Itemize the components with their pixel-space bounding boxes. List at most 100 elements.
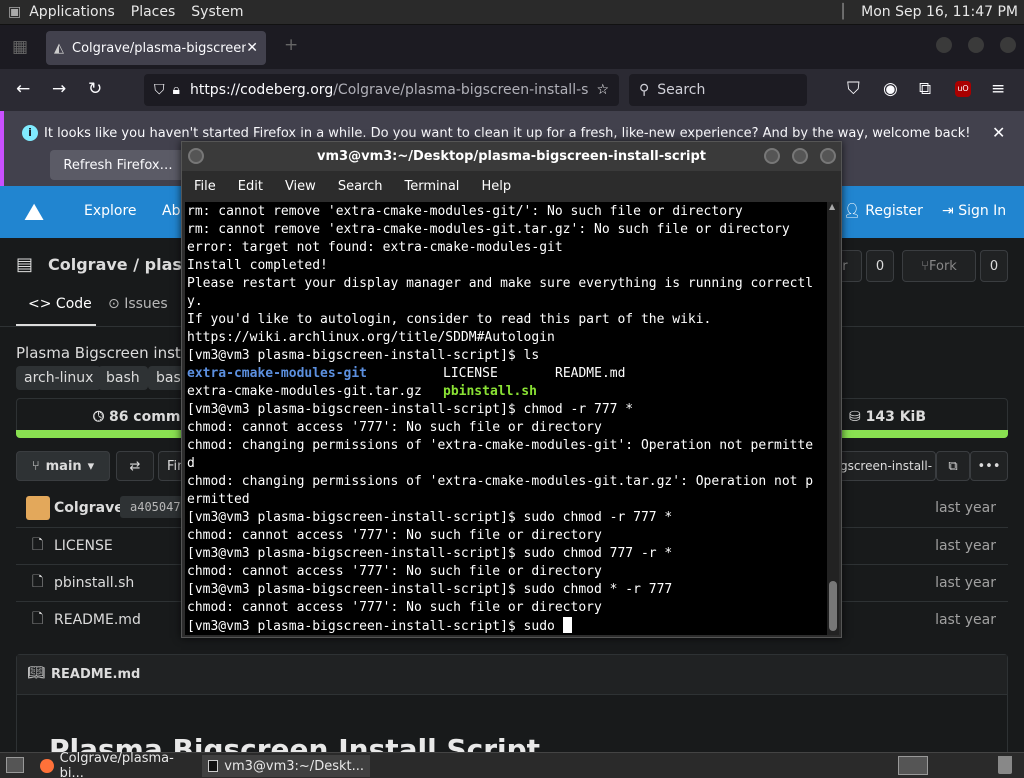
readme-header: 📖︎ README.md [17,655,1007,695]
ls-script-entry: pbinstall.sh [443,384,537,399]
bookmark-star-icon[interactable]: ☆ [588,82,609,98]
clock[interactable]: Mon Sep 16, 11:47 PM [861,4,1018,20]
menu-help[interactable]: Help [470,179,522,194]
minimize-icon[interactable] [936,37,952,53]
branch-dropdown[interactable]: ⑂ main ▾ [16,451,110,481]
ls-dir-entry: extra-cmake-modules-git [187,366,368,381]
new-tab-icon[interactable]: + [284,35,298,55]
ls-license-entry: LICENSE [443,366,498,381]
terminal-line: chmod: cannot access '777': No such file… [187,564,602,579]
terminal-line: Please restart your display manager and … [187,276,814,291]
nav-explore[interactable]: Explore [84,203,137,219]
fork-button[interactable]: ⑂ Fork [902,250,976,282]
close-window-icon[interactable] [1000,37,1016,53]
workspace-switcher[interactable] [898,756,928,775]
terminal-line: [vm3@vm3 plasma-bigscreen-install-script… [187,402,634,417]
search-icon: ⚲ [639,82,650,98]
tab-list-icon[interactable]: ▦ [12,37,28,57]
terminal-line: ermitted [187,492,250,507]
clone-url-field[interactable]: gscreen-install- [836,451,936,481]
maximize-icon[interactable] [792,148,808,164]
applications-menu[interactable]: Applications [21,4,123,20]
forward-icon[interactable]: → [52,79,66,99]
reload-icon[interactable]: ↻ [88,79,102,99]
tab-code[interactable]: <> Code [28,296,92,312]
register-link[interactable]: 👤︎ Register [843,203,923,219]
commit-time: last year [935,500,996,516]
compare-button[interactable]: ⇄ [116,451,154,481]
codeberg-logo-icon[interactable]: ⛰ [24,198,44,226]
committer-name[interactable]: Colgrave [54,500,124,516]
book-icon: 📖︎ [27,665,45,681]
terminal-titlebar[interactable]: vm3@vm3:~/Desktop/plasma-bigscreen-insta… [182,142,841,171]
menu-terminal[interactable]: Terminal [393,179,470,194]
terminal-line: chmod: changing permissions of 'extra-cm… [187,438,814,453]
terminal-icon [208,760,219,772]
show-desktop-icon[interactable] [6,757,24,773]
ublock-icon[interactable]: uO [955,81,971,97]
star-count[interactable]: 0 [866,250,894,282]
prompt-line[interactable]: [vm3@vm3 plasma-bigscreen-install-script… [187,617,825,635]
commit-sha[interactable]: a405047 [120,496,191,518]
url-bar[interactable]: ⛉ 🔒︎ https://codeberg.org/Colgrave/plasm… [144,74,619,106]
terminal-line: [vm3@vm3 plasma-bigscreen-install-script… [187,510,673,525]
minimize-icon[interactable] [764,148,780,164]
tab-codeberg[interactable]: ◭ Colgrave/plasma-bigscreen ✕ [46,31,266,65]
taskbar-item-label: Colgrave/plasma-bi... [59,751,174,778]
terminal-line: d [187,456,195,471]
terminal-scrollbar[interactable]: ▲ [827,202,839,635]
sign-in-link[interactable]: ⇥ Sign In [942,203,1006,219]
taskbar-item-terminal[interactable]: vm3@vm3:~/Deskt... [202,755,370,777]
repo-description: Plasma Bigscreen insta [16,344,190,362]
file-name[interactable]: pbinstall.sh [54,575,134,591]
avatar[interactable] [26,496,50,520]
terminal-line: y. [187,294,203,309]
ls-readme-entry: README.md [555,366,626,381]
taskbar-item-label: vm3@vm3:~/Deskt... [224,758,364,774]
menu-edit[interactable]: Edit [227,179,274,194]
tab-issues[interactable]: ⊙ Issues [108,296,168,312]
close-icon[interactable] [820,148,836,164]
terminal-line: chmod: cannot access '777': No such file… [187,600,602,615]
menu-search[interactable]: Search [327,179,394,194]
terminal-launcher-icon[interactable]: ▣ [8,4,21,20]
shield-icon[interactable]: ⛉ [154,82,165,98]
fork-count[interactable]: 0 [980,250,1008,282]
places-menu[interactable]: Places [123,4,184,20]
topic-tag[interactable]: bash [98,366,148,390]
scrollbar-thumb[interactable] [829,581,837,631]
topic-tag[interactable]: arch-linux [16,366,102,390]
menu-view[interactable]: View [274,179,327,194]
more-options-button[interactable]: ••• [970,451,1008,481]
terminal-output[interactable]: rm: cannot remove 'extra-cmake-modules-g… [185,202,827,635]
terminal-line: chmod: cannot access '777': No such file… [187,420,602,435]
close-notice-icon[interactable]: ✕ [992,123,1005,142]
scroll-up-icon[interactable]: ▲ [829,202,835,211]
lock-icon[interactable]: 🔒︎ [173,82,180,98]
trash-icon[interactable] [998,756,1012,774]
terminal-line: rm: cannot remove 'extra-cmake-modules-g… [187,222,790,237]
search-input[interactable]: ⚲ Search [629,74,807,106]
hamburger-menu-icon[interactable]: ≡ [991,79,1005,99]
terminal-line: chmod: changing permissions of 'extra-cm… [187,474,814,489]
maximize-icon[interactable] [968,37,984,53]
file-icon: 🗋︎ [32,537,44,553]
extensions-icon[interactable]: ⧉ [919,79,931,99]
file-name[interactable]: LICENSE [54,538,113,554]
file-name[interactable]: README.md [54,612,141,628]
repo-size: ⛁ 143 KiB [849,409,927,425]
system-menu[interactable]: System [183,4,251,20]
window-menu-icon[interactable] [188,148,204,164]
prompt-text: [vm3@vm3 plasma-bigscreen-install-script… [187,619,563,634]
pocket-icon[interactable]: ⛉ [847,79,860,99]
copy-url-button[interactable]: ⧉ [936,451,970,481]
panel-separator: ▏ [842,4,854,20]
terminal-line: [vm3@vm3 plasma-bigscreen-install-script… [187,546,673,561]
account-icon[interactable]: ◉ [883,79,898,99]
menu-file[interactable]: File [182,179,227,194]
back-icon[interactable]: ← [16,79,30,99]
close-tab-icon[interactable]: ✕ [246,40,258,56]
notice-message: It looks like you haven't started Firefo… [44,126,971,141]
taskbar-item-firefox[interactable]: Colgrave/plasma-bi... [34,751,200,778]
refresh-firefox-button[interactable]: Refresh Firefox… [50,150,186,180]
